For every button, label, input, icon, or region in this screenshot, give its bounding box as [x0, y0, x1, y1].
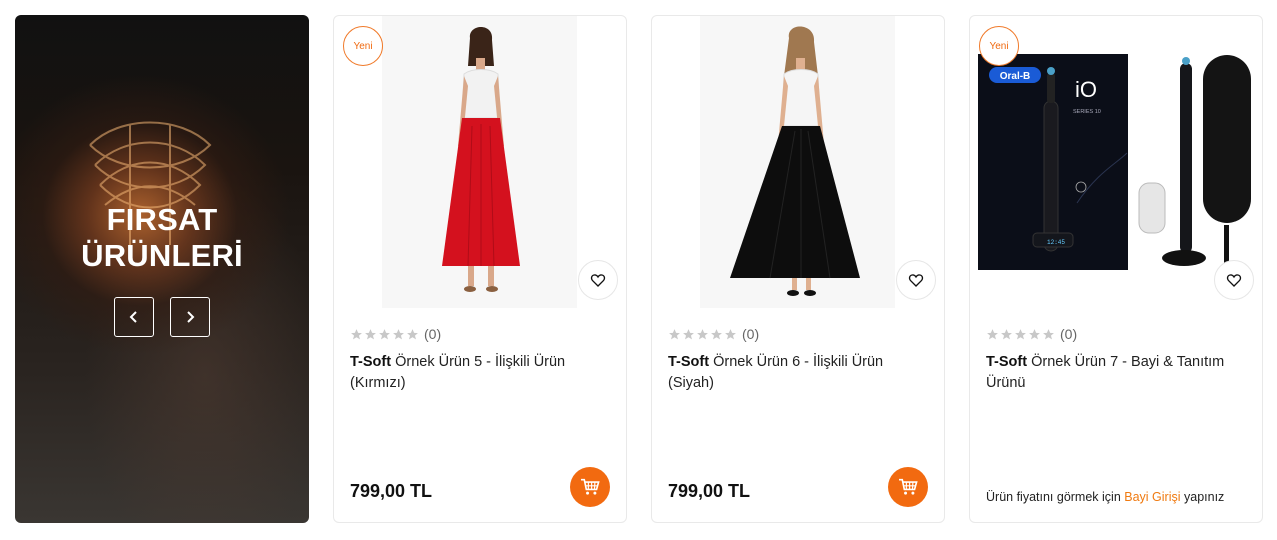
add-to-favorites-button[interactable] — [896, 260, 936, 300]
promo-banner: FIRSAT ÜRÜNLERİ — [15, 15, 309, 523]
rating: (0) — [668, 326, 759, 342]
dealer-note-suffix: yapınız — [1180, 490, 1225, 504]
rating-stars — [668, 328, 737, 341]
heart-icon — [590, 274, 606, 287]
product-brand: T-Soft — [350, 354, 392, 370]
rating-stars — [350, 328, 419, 341]
chevron-right-icon — [187, 311, 195, 323]
star-icon — [987, 328, 998, 339]
series-label: SERIES 10 — [1073, 109, 1101, 115]
star-icon — [351, 328, 362, 339]
star-icon — [407, 328, 418, 339]
add-to-favorites-button[interactable] — [1214, 260, 1254, 300]
heart-icon — [908, 274, 924, 287]
chevron-left-icon — [129, 311, 137, 323]
product-name[interactable]: T-Soft Örnek Ürün 7 - Bayi & Tanıtım Ürü… — [986, 352, 1246, 394]
star-icon — [1001, 328, 1012, 339]
rating-count: (0) — [742, 326, 760, 342]
star-icon — [365, 328, 376, 339]
product-name[interactable]: T-Soft Örnek Ürün 6 - İlişkili Ürün (Siy… — [668, 352, 928, 394]
star-icon — [1015, 328, 1026, 339]
product-card[interactable]: (0) T-Soft Örnek Ürün 6 - İlişkili Ürün … — [651, 15, 945, 523]
product-card[interactable]: Yeni (0) T-Soft Örnek Ürün 5 - İlişkili … — [333, 15, 627, 523]
dealer-login-link[interactable]: Bayi Girişi — [1124, 490, 1180, 504]
dealer-note-prefix: Ürün fiyatını görmek için — [986, 490, 1125, 504]
rating-stars — [986, 328, 1055, 341]
add-to-cart-button[interactable] — [570, 467, 610, 507]
star-icon — [1029, 328, 1040, 339]
star-icon — [683, 328, 694, 339]
product-price: 799,00 TL — [350, 481, 433, 501]
add-to-cart-button[interactable] — [888, 467, 928, 507]
product-price: 799,00 TL — [668, 481, 751, 501]
new-badge: Yeni — [979, 26, 1019, 66]
io-logo: iO — [1075, 77, 1097, 102]
star-icon — [393, 328, 404, 339]
carousel-next-button[interactable] — [170, 297, 210, 337]
star-icon — [725, 328, 736, 339]
product-name[interactable]: T-Soft Örnek Ürün 5 - İlişkili Ürün (Kır… — [350, 352, 610, 394]
model-red-skirt-image — [382, 16, 577, 308]
model-black-skirt-image — [700, 16, 895, 308]
rating: (0) — [986, 326, 1077, 342]
star-icon — [1043, 328, 1054, 339]
product-image[interactable] — [700, 16, 895, 308]
promo-title-line1: FIRSAT — [106, 202, 218, 237]
product-image[interactable] — [382, 16, 577, 308]
star-icon — [711, 328, 722, 339]
cart-icon — [581, 478, 600, 495]
carousel-prev-button[interactable] — [114, 297, 154, 337]
rating-count: (0) — [1060, 326, 1078, 342]
rating: (0) — [350, 326, 441, 342]
star-icon — [379, 328, 390, 339]
oral-b-toothbrush-image: Oral-B iO SERIES 10 12:45 — [977, 53, 1257, 271]
new-badge: Yeni — [343, 26, 383, 66]
clock-display: 12:45 — [1047, 239, 1065, 246]
dealer-price-note: Ürün fiyatını görmek için Bayi Girişi ya… — [986, 490, 1224, 504]
heart-icon — [1226, 274, 1242, 287]
star-icon — [669, 328, 680, 339]
product-card[interactable]: Yeni Oral-B iO SERIES 10 12:45 (0) T-Sof… — [969, 15, 1263, 523]
oral-b-logo: Oral-B — [1000, 71, 1031, 82]
star-icon — [697, 328, 708, 339]
product-brand: T-Soft — [668, 354, 710, 370]
product-image[interactable]: Oral-B iO SERIES 10 12:45 — [977, 53, 1257, 271]
rating-count: (0) — [424, 326, 442, 342]
product-brand: T-Soft — [986, 354, 1028, 370]
cart-icon — [899, 478, 918, 495]
add-to-favorites-button[interactable] — [578, 260, 618, 300]
promo-title-line2: ÜRÜNLERİ — [81, 238, 243, 273]
